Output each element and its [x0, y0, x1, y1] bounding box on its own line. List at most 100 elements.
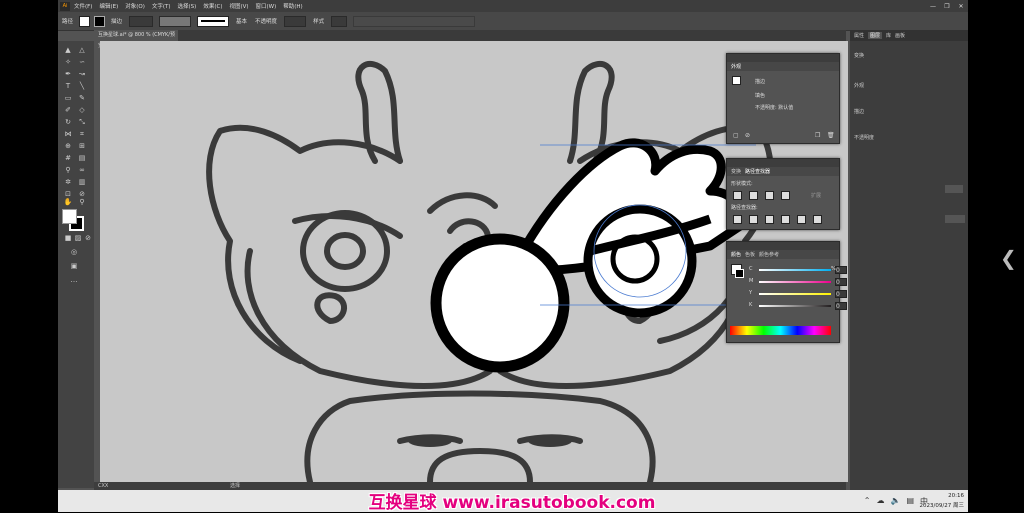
- magic-wand-tool-icon[interactable]: ✧: [62, 57, 74, 67]
- opacity-label[interactable]: 不透明度: [255, 17, 277, 25]
- variable-width-field[interactable]: [159, 15, 192, 27]
- menu-item-edit[interactable]: 编辑(E): [99, 2, 118, 10]
- tab-color[interactable]: 颜色: [731, 251, 741, 258]
- color-spectrum[interactable]: [730, 326, 831, 335]
- left-lower-pupil: [408, 435, 452, 447]
- selection-tool-icon[interactable]: ▲: [62, 45, 74, 55]
- perspective-tool-icon[interactable]: ⊞: [76, 141, 88, 151]
- rp-field-2[interactable]: [945, 215, 965, 223]
- intersect-icon[interactable]: [765, 191, 774, 200]
- menu-item-type[interactable]: 文字(T): [152, 2, 171, 10]
- curvature-tool-icon[interactable]: ↝: [76, 69, 88, 79]
- rp-field[interactable]: [945, 185, 963, 193]
- duplicate-icon[interactable]: ❐: [815, 132, 820, 139]
- expand-button[interactable]: 扩展: [811, 192, 821, 199]
- none-mode-icon[interactable]: ⊘: [82, 233, 94, 243]
- trim-icon[interactable]: [749, 215, 758, 224]
- unite-icon[interactable]: [733, 191, 742, 200]
- left-eye-white-circle: [430, 233, 570, 373]
- menu-item-select[interactable]: 选择(S): [178, 2, 197, 10]
- lasso-tool-icon[interactable]: ∽: [76, 57, 88, 67]
- tab-transform[interactable]: 变换: [731, 168, 741, 175]
- minus-front-icon[interactable]: [749, 191, 758, 200]
- menu-item-window[interactable]: 窗口(W): [256, 2, 277, 10]
- minus-back-icon[interactable]: [813, 215, 822, 224]
- width-tool-icon[interactable]: ⋈: [62, 129, 74, 139]
- channel-c-slider[interactable]: [759, 269, 831, 271]
- appearance-panel-title[interactable]: 外观: [731, 63, 741, 70]
- eraser-tool-icon[interactable]: ◇: [76, 105, 88, 115]
- pen-tool-icon[interactable]: ✒: [62, 69, 74, 79]
- channel-k-value[interactable]: 0: [835, 302, 847, 310]
- fill-swatch[interactable]: [79, 15, 91, 27]
- graph-tool-icon[interactable]: ▥: [76, 177, 88, 187]
- crop-icon[interactable]: [781, 215, 790, 224]
- exclude-icon[interactable]: [781, 191, 790, 200]
- zoom-tool-icon[interactable]: ⚲: [76, 197, 88, 207]
- chevron-left-icon[interactable]: ❮: [1000, 246, 1017, 270]
- style-label: 样式: [313, 19, 325, 25]
- screen-mode-icon[interactable]: ▣: [68, 261, 80, 271]
- eyedropper-tool-icon[interactable]: ⚲: [62, 165, 74, 175]
- symbol-sprayer-tool-icon[interactable]: ✲: [62, 177, 74, 187]
- opacity-field[interactable]: [284, 15, 307, 27]
- stroke-swatch[interactable]: [94, 15, 106, 27]
- divide-icon[interactable]: [733, 215, 742, 224]
- stroke-weight-field[interactable]: [129, 15, 154, 27]
- menu-item-view[interactable]: 视图(V): [229, 2, 248, 10]
- channel-y-slider[interactable]: [759, 293, 831, 295]
- rectangle-tool-icon[interactable]: ▭: [62, 93, 74, 103]
- scale-tool-icon[interactable]: ⤡: [76, 117, 88, 127]
- clear-icon[interactable]: ⊘: [745, 132, 750, 139]
- tab-artboards[interactable]: 画板: [895, 32, 905, 39]
- channel-y-value[interactable]: 0: [835, 290, 847, 298]
- menu-item-object[interactable]: 对象(O): [125, 2, 145, 10]
- hand-tool-icon[interactable]: ✋: [62, 197, 74, 207]
- free-transform-tool-icon[interactable]: ⌗: [76, 129, 88, 139]
- rotate-tool-icon[interactable]: ↻: [62, 117, 74, 127]
- color-stroke-swatch[interactable]: [735, 269, 744, 278]
- shape-builder-tool-icon[interactable]: ⊕: [62, 141, 74, 151]
- tab-pathfinder[interactable]: 路径查找器: [745, 168, 770, 175]
- appearance-row-stroke[interactable]: 描边: [755, 78, 765, 85]
- tab-properties[interactable]: 属性: [854, 32, 864, 39]
- add-icon[interactable]: ▢: [733, 132, 739, 139]
- edit-toolbar-icon[interactable]: …: [68, 275, 80, 285]
- document-tab[interactable]: 互换星球.ai* @ 800 % (CMYK/预览): [94, 30, 178, 49]
- tab-swatches[interactable]: 色板: [745, 251, 755, 258]
- type-tool-icon[interactable]: T: [62, 81, 74, 91]
- gradient-tool-icon[interactable]: ▤: [76, 153, 88, 163]
- channel-c-value[interactable]: 0: [835, 266, 847, 274]
- appearance-row-fill[interactable]: 填色: [755, 92, 765, 99]
- maximize-button[interactable]: ❐: [940, 3, 954, 10]
- delete-icon[interactable]: 🗑: [827, 132, 835, 139]
- close-button[interactable]: ✕: [954, 3, 968, 10]
- stroke-label: 描边: [111, 19, 123, 25]
- channel-k-label: K: [749, 302, 753, 308]
- style-field[interactable]: [331, 15, 348, 27]
- stroke-profile-field[interactable]: [197, 15, 230, 27]
- draw-mode-icon[interactable]: ◎: [68, 247, 80, 257]
- minimize-button[interactable]: —: [926, 3, 940, 10]
- tab-layers[interactable]: 图层: [868, 32, 883, 39]
- channel-m-value[interactable]: 0: [835, 278, 847, 286]
- outline-icon[interactable]: [797, 215, 806, 224]
- paintbrush-tool-icon[interactable]: ✎: [76, 93, 88, 103]
- line-tool-icon[interactable]: ╲: [76, 81, 88, 91]
- channel-m-slider[interactable]: [759, 281, 831, 283]
- direct-selection-tool-icon[interactable]: △: [76, 45, 88, 55]
- appearance-row-opacity[interactable]: 不透明度: 默认值: [755, 104, 793, 111]
- menu-item-effect[interactable]: 效果(C): [203, 2, 222, 10]
- fill-color-icon[interactable]: [62, 209, 77, 224]
- menu-item-help[interactable]: 帮助(H): [283, 2, 302, 10]
- path-label: 路径: [62, 19, 74, 25]
- tab-color-guide[interactable]: 颜色参考: [759, 251, 779, 258]
- tab-libraries[interactable]: 库: [886, 32, 891, 39]
- merge-icon[interactable]: [765, 215, 774, 224]
- shaper-tool-icon[interactable]: ✐: [62, 105, 74, 115]
- blend-tool-icon[interactable]: ∞: [76, 165, 88, 175]
- align-controls[interactable]: [353, 15, 476, 27]
- menu-item-file[interactable]: 文件(F): [74, 2, 92, 10]
- channel-k-slider[interactable]: [759, 305, 831, 307]
- mesh-tool-icon[interactable]: #: [62, 153, 74, 163]
